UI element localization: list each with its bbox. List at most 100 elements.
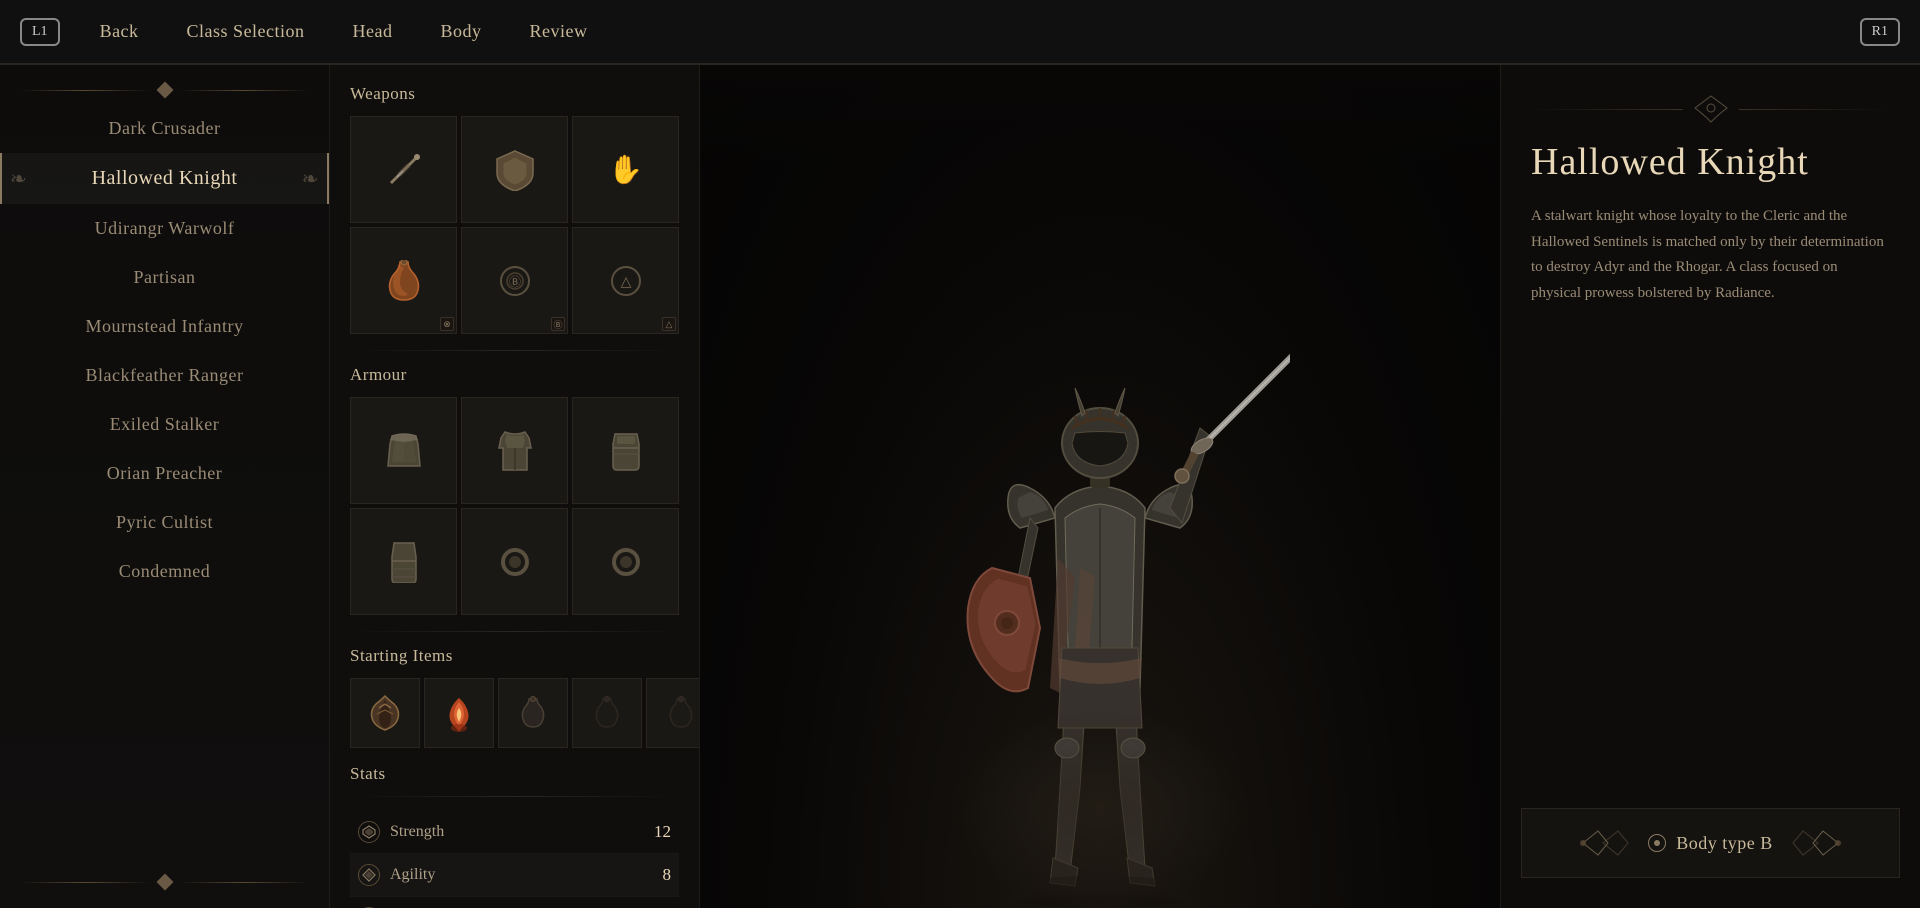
weapons-divider xyxy=(350,350,679,351)
starting-item-slot-2[interactable] xyxy=(424,678,494,748)
weapon-icon-triangle-symbol: △ xyxy=(589,244,663,318)
starting-item-slot-3[interactable] xyxy=(498,678,568,748)
nav-review[interactable]: Review xyxy=(506,21,612,42)
class-name-title: Hallowed Knight xyxy=(1531,140,1890,184)
starting-icon-empty-1 xyxy=(509,689,557,737)
armour-grid xyxy=(350,397,679,615)
weapon-slot-2[interactable] xyxy=(461,116,568,223)
stat-row-strength[interactable]: Strength 12 xyxy=(350,811,679,854)
weapon-slot-5[interactable]: Ⓑ Ⓑ xyxy=(461,227,568,334)
agility-icon xyxy=(358,864,380,886)
r1-button[interactable]: R1 xyxy=(1860,18,1900,46)
svg-text:Ⓑ: Ⓑ xyxy=(508,275,520,289)
class-item-blackfeather-ranger[interactable]: Blackfeather Ranger xyxy=(0,351,329,400)
body-type-ornament-left xyxy=(1578,823,1638,863)
starting-item-slot-1[interactable] xyxy=(350,678,420,748)
class-item-mournstead-infantry[interactable]: Mournstead Infantry xyxy=(0,302,329,351)
armour-slot-ring2[interactable] xyxy=(572,508,679,615)
body-type-ornament-right xyxy=(1783,823,1843,863)
info-dot xyxy=(1654,840,1660,846)
l1-button[interactable]: L1 xyxy=(20,18,60,46)
sidebar-bottom-ornament xyxy=(0,876,329,888)
armour-icon-gauntlets xyxy=(589,414,663,488)
ornament-line-bl xyxy=(20,882,151,883)
armour-slot-ring1[interactable] xyxy=(461,508,568,615)
armour-icon-chest xyxy=(367,414,441,488)
circle-badge: Ⓑ xyxy=(551,317,565,331)
body-type-label-text: Body type B xyxy=(1676,833,1773,854)
class-item-hallowed-knight[interactable]: ❧ Hallowed Knight ❧ xyxy=(0,153,329,204)
nav-back[interactable]: Back xyxy=(76,21,163,42)
flask-badge: ⊗ xyxy=(440,317,454,331)
weapons-title: Weapons xyxy=(350,84,679,104)
class-item-pyric-cultist[interactable]: Pyric Cultist xyxy=(0,498,329,547)
starting-icon-thorns xyxy=(361,689,409,737)
right-panel-ornament xyxy=(1531,94,1890,124)
ornament-line-r2 xyxy=(1739,109,1891,110)
starting-item-slot-5[interactable] xyxy=(646,678,700,748)
nav-head[interactable]: Head xyxy=(329,21,417,42)
svg-text:△: △ xyxy=(620,275,631,290)
starting-items-title: Starting Items xyxy=(350,646,679,666)
weapon-slot-3[interactable]: ✋ xyxy=(572,116,679,223)
ornament-diamond xyxy=(156,82,173,99)
nav-class-selection[interactable]: Class Selection xyxy=(163,21,329,42)
class-item-partisan[interactable]: Partisan xyxy=(0,253,329,302)
weapon-slot-4[interactable]: ⊗ xyxy=(350,227,457,334)
armour-slot-chest[interactable] xyxy=(350,397,457,504)
body-type-selector[interactable]: Body type B xyxy=(1521,808,1900,878)
strength-value: 12 xyxy=(641,822,671,842)
stat-row-endurance[interactable]: Endurance 15 xyxy=(350,897,679,908)
class-item-orian-preacher[interactable]: Orian Preacher xyxy=(0,449,329,498)
armour-icon-body xyxy=(478,414,552,488)
ornament-line-right xyxy=(179,90,310,91)
starting-items-row xyxy=(350,678,679,748)
nav-body[interactable]: Body xyxy=(417,21,506,42)
armour-slot-body[interactable] xyxy=(461,397,568,504)
weapon-icon-sword xyxy=(367,133,441,207)
stat-row-agility[interactable]: Agility 8 xyxy=(350,854,679,897)
class-item-condemned[interactable]: Condemned xyxy=(0,547,329,596)
stats-title: Stats xyxy=(350,764,679,784)
class-info-panel: Hallowed Knight A stalwart knight whose … xyxy=(1500,64,1920,908)
weapon-slot-1[interactable] xyxy=(350,116,457,223)
ornament-line-br xyxy=(179,882,310,883)
body-type-info-icon xyxy=(1648,834,1666,852)
starting-icon-ember xyxy=(435,689,483,737)
ornament-line-left xyxy=(20,90,151,91)
triangle-badge: △ xyxy=(662,317,676,331)
armour-slot-greaves[interactable] xyxy=(350,508,457,615)
class-item-dark-crusader[interactable]: Dark Crusader xyxy=(0,104,329,153)
strength-label: Strength xyxy=(390,823,641,841)
starting-icon-empty-3 xyxy=(657,689,700,737)
class-list-sidebar: Dark Crusader ❧ Hallowed Knight ❧ Udiran… xyxy=(0,64,330,908)
armour-slot-gauntlets[interactable] xyxy=(572,397,679,504)
strength-icon xyxy=(358,821,380,843)
character-figure xyxy=(910,188,1290,908)
armour-divider xyxy=(350,631,679,632)
weapon-icon-shield xyxy=(478,133,552,207)
starting-item-slot-4[interactable] xyxy=(572,678,642,748)
stats-list: Strength 12 Agility 8 Endurance 15 xyxy=(350,811,679,908)
selected-ornament-right: ❧ xyxy=(302,166,319,191)
class-description-text: A stalwart knight whose loyalty to the C… xyxy=(1531,204,1890,306)
nav-divider xyxy=(0,64,1920,65)
weapon-icon-open-hand: ✋ xyxy=(589,133,663,207)
selected-ornament-left: ❧ xyxy=(10,166,27,191)
agility-value: 8 xyxy=(641,865,671,885)
top-navigation: L1 Back Class Selection Head Body Review… xyxy=(0,0,1920,64)
armour-icon-ring1 xyxy=(478,525,552,599)
weapon-icon-fire-flask xyxy=(367,244,441,318)
starting-icon-empty-2 xyxy=(583,689,631,737)
agility-label: Agility xyxy=(390,866,641,884)
weapons-grid: ✋ ⊗ Ⓑ Ⓑ xyxy=(350,116,679,334)
ornament-diamond-b xyxy=(156,874,173,891)
class-item-udirangr-warwolf[interactable]: Udirangr Warwolf xyxy=(0,204,329,253)
char-top-fade xyxy=(700,64,1500,164)
class-item-exiled-stalker[interactable]: Exiled Stalker xyxy=(0,400,329,449)
weapon-icon-circle-symbol: Ⓑ xyxy=(478,244,552,318)
armour-icon-greaves xyxy=(367,525,441,599)
character-viewport xyxy=(700,64,1500,908)
weapon-slot-6[interactable]: △ △ xyxy=(572,227,679,334)
stats-divider xyxy=(350,796,679,797)
